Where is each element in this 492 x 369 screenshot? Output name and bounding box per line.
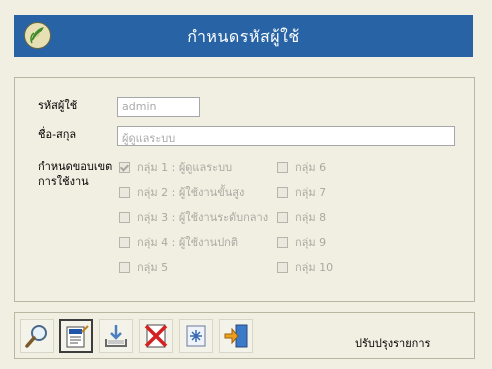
group-4-label: กลุ่ม 4 : ผู้ใช้งานปกติ <box>137 236 238 249</box>
full-name-label: ชื่อ-สกุล <box>38 128 77 141</box>
save-button[interactable] <box>99 319 133 353</box>
full-name-input[interactable]: ผู้ดูแลระบบ <box>117 126 455 146</box>
group-9-label: กลุ่ม 9 <box>295 236 327 249</box>
group-2-checkbox[interactable]: กลุ่ม 2 : ผู้ใช้งานขั้นสูง <box>119 183 244 201</box>
page-title: กำหนดรหัสผู้ใช้ <box>187 27 300 46</box>
group-3-label: กลุ่ม 3 : ผู้ใช้งานระดับกลาง <box>137 211 269 224</box>
group-1-label: กลุ่ม 1 : ผู้ดูแลระบบ <box>137 161 233 174</box>
group-5-label: กลุ่ม 5 <box>137 261 169 274</box>
group-5-checkbox[interactable]: กลุ่ม 5 <box>119 258 168 276</box>
group-3-checkbox[interactable]: กลุ่ม 3 : ผู้ใช้งานระดับกลาง <box>119 208 268 226</box>
scope-label-line2: การใช้งาน <box>38 175 89 188</box>
checkbox-box[interactable] <box>119 261 130 273</box>
group-8-label: กลุ่ม 8 <box>295 211 327 224</box>
group-9-checkbox[interactable]: กลุ่ม 9 <box>277 233 326 251</box>
delete-button[interactable] <box>139 319 173 353</box>
checkbox-box[interactable] <box>119 186 130 198</box>
search-button[interactable] <box>20 319 54 353</box>
group-2-label: กลุ่ม 2 : ผู้ใช้งานขั้นสูง <box>137 186 245 199</box>
edit-icon <box>66 325 89 348</box>
checkbox-box[interactable] <box>119 236 130 248</box>
group-6-label: กลุ่ม 6 <box>295 161 327 174</box>
save-icon <box>105 325 127 347</box>
status-text: ปรับปรุงรายการ <box>355 337 431 350</box>
exit-icon <box>224 324 248 348</box>
checkbox-box[interactable] <box>277 186 288 198</box>
checkbox-box[interactable] <box>277 211 288 223</box>
checkbox-box[interactable] <box>277 261 288 273</box>
group-10-checkbox[interactable]: กลุ่ม 10 <box>277 258 333 276</box>
refresh-icon <box>186 325 206 347</box>
group-4-checkbox[interactable]: กลุ่ม 4 : ผู้ใช้งานปกติ <box>119 233 238 251</box>
checkbox-box[interactable] <box>119 211 130 223</box>
title-bar: กำหนดรหัสผู้ใช้ <box>14 15 473 57</box>
edit-button[interactable] <box>59 319 93 353</box>
exit-button[interactable] <box>219 319 253 353</box>
toolbar: ปรับปรุงรายการ <box>14 312 475 359</box>
checkbox-box[interactable] <box>277 236 288 248</box>
user-id-input[interactable]: admin <box>117 97 200 117</box>
form-panel: รหัสผู้ใช้ admin ชื่อ-สกุล ผู้ดูแลระบบ ก… <box>14 77 475 302</box>
delete-icon <box>144 324 168 348</box>
search-icon <box>25 325 47 348</box>
checkbox-box[interactable] <box>119 161 130 173</box>
group-1-checkbox[interactable]: กลุ่ม 1 : ผู้ดูแลระบบ <box>119 158 232 176</box>
group-7-checkbox[interactable]: กลุ่ม 7 <box>277 183 326 201</box>
user-id-label: รหัสผู้ใช้ <box>38 99 78 112</box>
group-10-label: กลุ่ม 10 <box>295 261 334 274</box>
group-6-checkbox[interactable]: กลุ่ม 6 <box>277 158 326 176</box>
group-8-checkbox[interactable]: กลุ่ม 8 <box>277 208 326 226</box>
refresh-button[interactable] <box>179 319 213 353</box>
group-7-label: กลุ่ม 7 <box>295 186 327 199</box>
checkbox-box[interactable] <box>277 161 288 173</box>
